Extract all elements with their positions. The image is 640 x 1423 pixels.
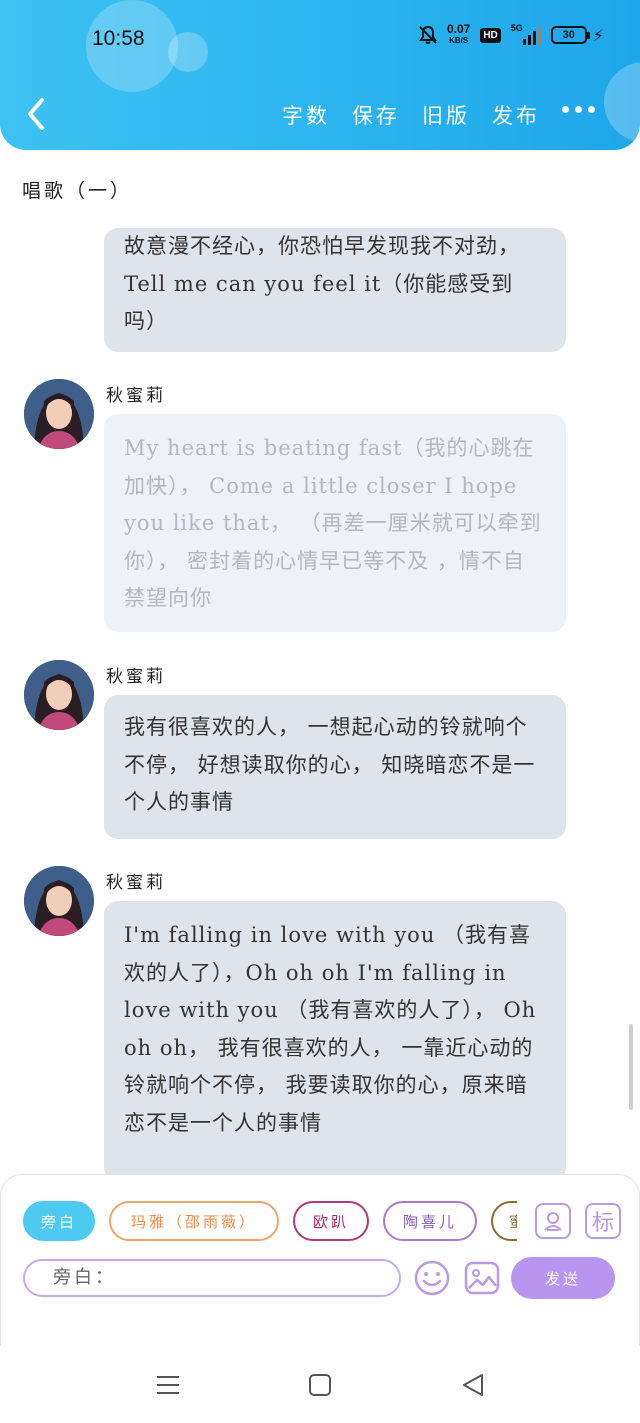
- home-button[interactable]: [307, 1372, 333, 1398]
- more-options-icon[interactable]: [562, 106, 595, 113]
- status-time: 10:58: [92, 27, 145, 50]
- smiley-icon: [414, 1260, 450, 1296]
- net-speed-unit: KB/S: [449, 36, 469, 45]
- net-speed-value: 0.07: [446, 22, 471, 36]
- menu-icon: [157, 1376, 179, 1394]
- network-type: 5G: [510, 23, 523, 33]
- role-chip[interactable]: 玛雅（邵雨薇）: [109, 1201, 279, 1241]
- role-chip-list[interactable]: 旁白 玛雅（邵雨薇） 欧趴 陶喜儿 蜜: [23, 1201, 517, 1245]
- charging-icon: ⚡: [592, 25, 604, 45]
- square-icon: [309, 1374, 331, 1396]
- message-input[interactable]: 旁白：: [23, 1259, 401, 1297]
- system-back-button[interactable]: [460, 1372, 486, 1398]
- triangle-back-icon: [463, 1374, 483, 1396]
- image-icon: [464, 1261, 500, 1295]
- message-bubble[interactable]: 我有很喜欢的人， 一想起心动的铃就响个不停， 好想读取你的心， 知晓暗恋不是一个…: [104, 695, 566, 839]
- composer-panel: 旁白 玛雅（邵雨薇） 欧趴 陶喜儿 蜜 标 旁白： 发送: [0, 1174, 640, 1346]
- message-text: My heart is beating fast（我的心跳在加快）， Come …: [124, 436, 542, 610]
- emoji-button[interactable]: [413, 1259, 451, 1297]
- save-button[interactable]: 保存: [352, 100, 400, 130]
- document-title: 唱歌（一）: [22, 180, 133, 202]
- person-card-icon: [544, 1212, 562, 1231]
- hd-badge: HD: [480, 27, 501, 43]
- back-button[interactable]: [22, 96, 52, 132]
- message-text: I'm falling in love with you （我有喜欢的人了），O…: [124, 923, 537, 1135]
- chevron-left-icon: [28, 98, 44, 130]
- speaker-name: 秋蜜莉: [106, 667, 166, 687]
- avatar[interactable]: [24, 660, 94, 730]
- avatar[interactable]: [24, 379, 94, 449]
- app-header: 10:58 0.07 KB/S HD 5G 30 ⚡ 字数 保存 旧版 发布: [0, 0, 640, 150]
- mute-bell-icon: [419, 25, 437, 44]
- decor-bubble: [604, 62, 640, 142]
- role-chip-narrator[interactable]: 旁白: [23, 1201, 95, 1241]
- avatar-image: [24, 379, 94, 449]
- decor-bubble: [168, 32, 208, 72]
- role-settings-button[interactable]: [535, 1203, 571, 1239]
- message-bubble[interactable]: 故意漫不经心，你恐怕早发现我不对劲，Tell me can you feel i…: [104, 228, 566, 352]
- speaker-name: 秋蜜莉: [106, 386, 166, 406]
- tag-button[interactable]: 标: [585, 1203, 621, 1239]
- role-chip[interactable]: 蜜: [491, 1201, 517, 1241]
- battery-icon: 30: [550, 26, 590, 44]
- old-version-button[interactable]: 旧版: [422, 100, 470, 130]
- avatar[interactable]: [24, 866, 94, 936]
- avatar-image: [24, 866, 94, 936]
- message-text: 我有很喜欢的人， 一想起心动的铃就响个不停， 好想读取你的心， 知晓暗恋不是一个…: [124, 715, 536, 814]
- message-bubble[interactable]: I'm falling in love with you （我有喜欢的人了），O…: [104, 901, 566, 1181]
- image-button[interactable]: [463, 1259, 501, 1297]
- send-button[interactable]: 发送: [511, 1257, 615, 1299]
- avatar-image: [24, 660, 94, 730]
- word-count-button[interactable]: 字数: [282, 100, 330, 130]
- message-bubble[interactable]: My heart is beating fast（我的心跳在加快）， Come …: [104, 414, 566, 632]
- role-chip[interactable]: 陶喜儿: [383, 1201, 477, 1241]
- status-icons: 0.07 KB/S HD 5G 30 ⚡: [419, 22, 604, 46]
- publish-button[interactable]: 发布: [492, 100, 540, 130]
- header-actions: 字数 保存 旧版 发布: [282, 100, 540, 130]
- message-text: 故意漫不经心，你恐怕早发现我不对劲，Tell me can you feel i…: [124, 234, 520, 333]
- system-navigation-bar: [0, 1346, 640, 1423]
- scrollbar[interactable]: [629, 1024, 633, 1110]
- speaker-name: 秋蜜莉: [106, 873, 166, 893]
- recent-apps-button[interactable]: [155, 1372, 181, 1398]
- role-chip[interactable]: 欧趴: [293, 1201, 369, 1241]
- net-speed: 0.07 KB/S: [446, 22, 471, 46]
- signal-icon: 5G: [510, 23, 541, 45]
